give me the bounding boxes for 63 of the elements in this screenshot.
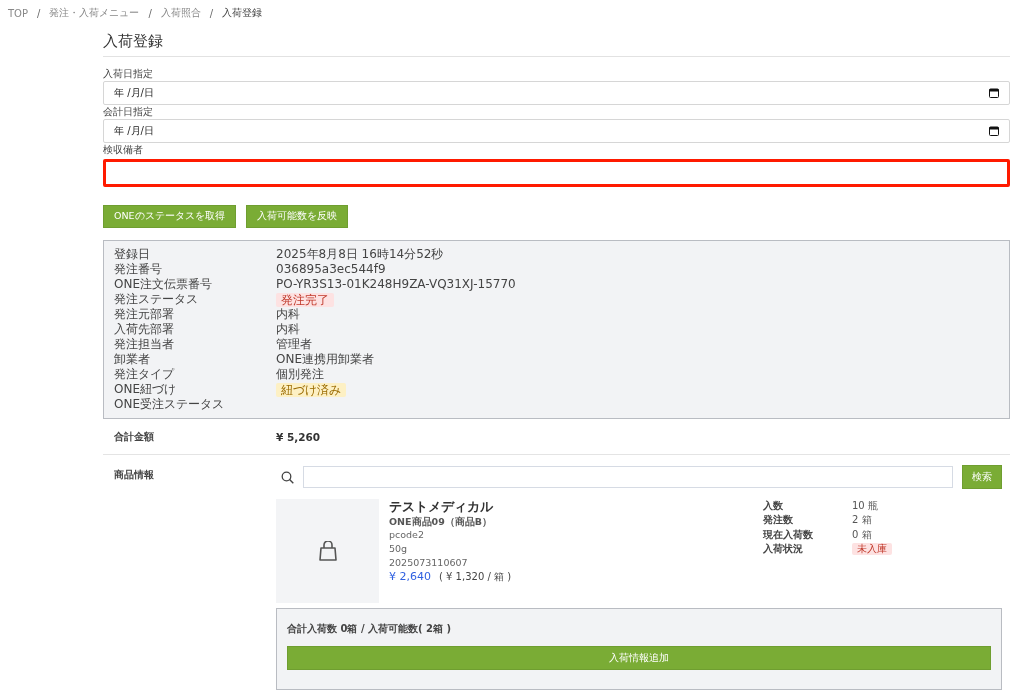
stat-label: 現在入荷数	[763, 527, 814, 542]
detail-label: 発注ステータス	[114, 292, 199, 307]
stat-label: 入数	[763, 499, 784, 514]
detail-label: 発注担当者	[114, 337, 175, 352]
breadcrumb-link[interactable]: 発注・入荷メニュー	[49, 6, 140, 20]
action-button[interactable]: ONEのステータスを取得	[103, 205, 236, 228]
unit-price: ( ¥ 1,320 / 箱 )	[439, 570, 512, 584]
calendar-icon[interactable]	[989, 126, 999, 136]
detail-label: ONE受注ステータス	[114, 397, 225, 412]
breadcrumb-separator: /	[148, 7, 152, 19]
search-button[interactable]: 検索	[962, 465, 1002, 489]
detail-value: 2025年8月8日 16時14分52秒	[276, 247, 444, 262]
product-name: ONE商品09（商品B）	[389, 515, 493, 528]
input-field[interactable]: 年 /月/日	[103, 119, 1010, 143]
stat-value: 10 瓶	[852, 499, 878, 514]
total-value: ¥ 5,260	[276, 430, 321, 443]
field-label: 検収備者	[103, 143, 144, 157]
input-field[interactable]: 年 /月/日	[103, 81, 1010, 105]
detail-value: PO-YR3S13-01K248H9ZA-VQ31XJ-15770	[276, 277, 516, 292]
field-label: 会計日指定	[103, 105, 154, 119]
detail-value: 内科	[276, 322, 300, 337]
stat-label: 入荷状況	[763, 542, 804, 557]
bag-icon	[318, 541, 337, 561]
search-field[interactable]	[303, 466, 953, 488]
product-code: pcode2	[389, 528, 425, 542]
detail-label: 発注元部署	[114, 307, 175, 322]
detail-label: 卸業者	[114, 352, 151, 367]
detail-label: 登録日	[114, 247, 151, 262]
status-badge: 発注完了	[276, 292, 334, 307]
section-label: 商品情報	[114, 468, 155, 482]
status-badge: 未入庫	[852, 543, 892, 556]
stat-value: 2 箱	[852, 513, 872, 528]
stat-value: 0 箱	[852, 527, 872, 542]
breadcrumb-separator: /	[37, 7, 41, 19]
page-title: 入荷登録	[103, 32, 1010, 57]
product-price: ¥ 2,640	[389, 570, 431, 583]
product-jan: 2025073110607	[389, 556, 469, 570]
input-field[interactable]	[103, 159, 1010, 187]
calendar-icon[interactable]	[989, 88, 999, 98]
current-page: 入荷登録	[222, 6, 263, 20]
search-icon	[281, 470, 294, 484]
breadcrumb-link[interactable]: TOP	[8, 7, 28, 19]
detail-value: ONE連携用卸業者	[276, 352, 374, 367]
detail-value: 個別発注	[276, 367, 324, 382]
product-size: 50g	[389, 542, 409, 556]
detail-label: ONE紐づけ	[114, 382, 177, 397]
total-label: 合計金額	[114, 429, 155, 444]
detail-value: 036895a3ec544f9	[276, 262, 386, 277]
add-button[interactable]: 入荷情報追加	[287, 646, 991, 670]
status-badge: 紐づけ済み	[276, 382, 346, 397]
stat-label: 発注数	[763, 513, 794, 528]
maker-name: テストメディカル	[389, 499, 494, 515]
field-label: 入荷日指定	[103, 67, 154, 81]
detail-value: 内科	[276, 307, 300, 322]
breadcrumb-link[interactable]: 入荷照合	[160, 6, 201, 20]
detail-label: ONE注文伝票番号	[114, 277, 213, 292]
detail-label: 入荷先部署	[114, 322, 175, 337]
detail-value: 管理者	[276, 337, 312, 352]
breadcrumb-separator: /	[209, 7, 214, 19]
detail-label: 発注番号	[114, 262, 163, 277]
summary-text: 合計入荷数 0箱 / 入荷可能数( 2箱 )	[287, 622, 453, 636]
action-button[interactable]: 入荷可能数を反映	[245, 205, 348, 228]
detail-label: 発注タイプ	[114, 367, 176, 382]
